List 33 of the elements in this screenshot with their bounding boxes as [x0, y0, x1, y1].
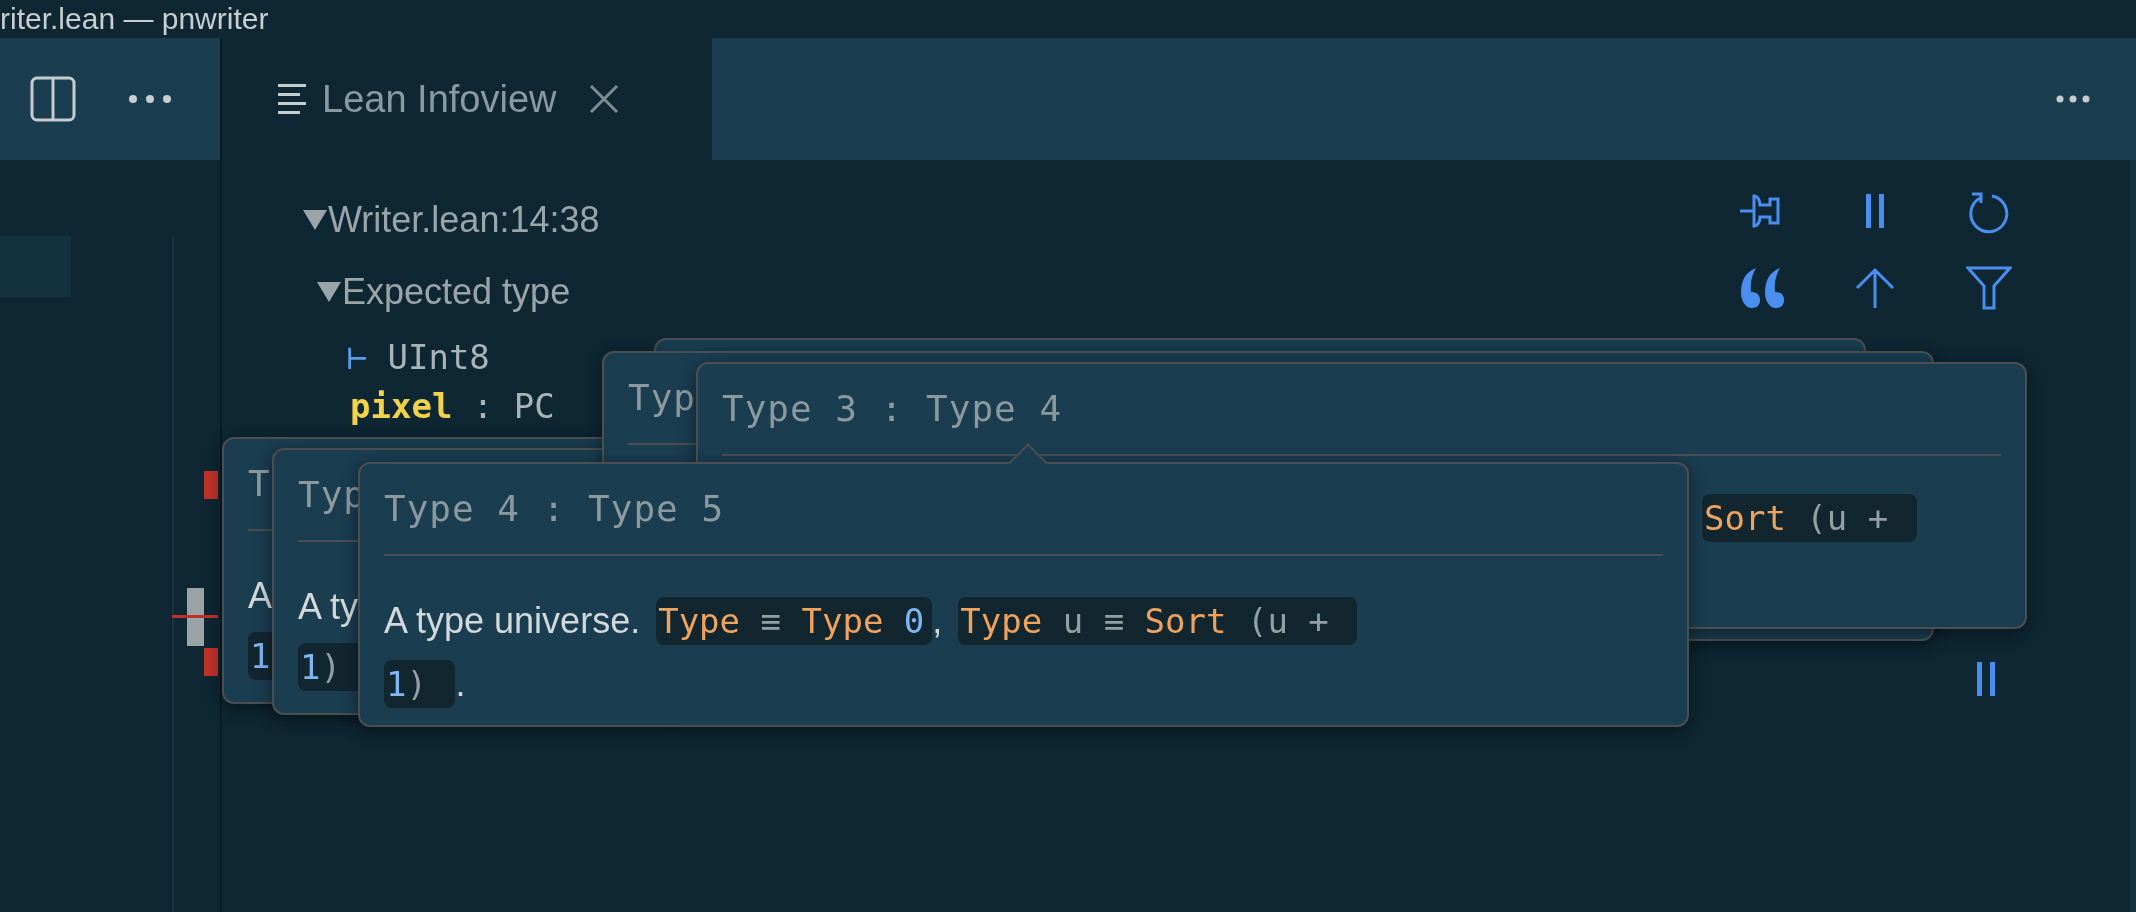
hypothesis-type[interactable]: : PC	[452, 386, 555, 426]
window-title: riter.lean — pnwriter	[0, 1, 269, 37]
lines-icon	[278, 83, 308, 115]
quote-icon[interactable]	[1738, 266, 1784, 310]
tooltip-title: T	[248, 462, 271, 506]
error-marker	[204, 471, 218, 499]
location-heading[interactable]: Writer.lean:14:38	[328, 193, 600, 247]
expand-triangle-icon[interactable]	[316, 280, 342, 304]
turnstile-symbol: ⊢	[347, 335, 368, 379]
goal-type[interactable]: UInt8	[387, 331, 490, 383]
tooltip-title: Type 3 : Type 4	[722, 387, 1063, 431]
code-snippet[interactable]: Sort (u +	[1702, 494, 1917, 542]
tooltip-text: .	[455, 662, 467, 706]
split-editor-icon[interactable]	[30, 76, 76, 122]
section-heading[interactable]: Expected type	[342, 265, 571, 319]
error-line	[172, 615, 218, 618]
error-marker	[204, 648, 218, 676]
tooltip-text: A	[248, 574, 273, 618]
more-icon[interactable]	[2056, 95, 2090, 103]
more-icon[interactable]	[128, 94, 172, 104]
close-icon[interactable]	[588, 84, 619, 114]
tooltip-title: Type 4 : Type 5	[384, 487, 725, 531]
scrollbar-thumb	[187, 588, 204, 646]
code-snippet[interactable]: 1)	[384, 660, 456, 708]
filter-icon[interactable]	[1966, 266, 2012, 310]
tooltip-title: Typ	[628, 376, 697, 420]
hypothesis-name[interactable]: pixel	[350, 386, 453, 426]
tooltip-text: ,	[932, 599, 944, 643]
expand-triangle-icon[interactable]	[302, 208, 328, 232]
code-snippet[interactable]: Type u ≡ Sort (u +	[958, 597, 1358, 645]
tooltip-text: A ty	[298, 585, 360, 629]
code-snippet[interactable]: Type ≡ Type 0	[656, 597, 933, 645]
tooltip-text: A type universe.	[384, 599, 642, 643]
